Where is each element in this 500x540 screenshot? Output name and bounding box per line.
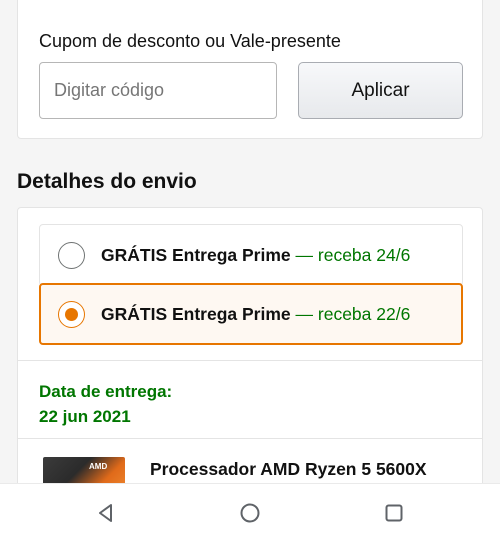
product-title[interactable]: Processador AMD Ryzen 5 5600X	[150, 459, 427, 480]
delivery-date-block: Data de entrega: 22 jun 2021	[39, 379, 172, 429]
recent-apps-icon[interactable]	[383, 502, 405, 524]
shipping-option-24-6[interactable]: GRÁTIS Entrega Prime — receba 24/6	[39, 224, 463, 286]
shipping-option-separator: — receba	[295, 244, 372, 265]
divider	[18, 438, 482, 439]
shipping-option-22-6[interactable]: GRÁTIS Entrega Prime — receba 22/6	[39, 283, 463, 345]
shipping-option-separator: — receba	[295, 303, 372, 324]
radio-selected-dot	[65, 307, 78, 321]
coupon-code-input[interactable]	[39, 62, 277, 119]
shipping-option-date: 22/6	[376, 303, 411, 324]
coupon-card: Cupom de desconto ou Vale-presente Aplic…	[17, 0, 483, 139]
coupon-label: Cupom de desconto ou Vale-presente	[39, 31, 341, 51]
shipping-option-label: GRÁTIS Entrega Prime	[101, 303, 291, 324]
radio-button-unselected[interactable]	[58, 241, 85, 269]
shipping-option-text: GRÁTIS Entrega Prime — receba 22/6	[101, 304, 410, 325]
apply-button[interactable]: Aplicar	[298, 62, 463, 119]
system-navigation-bar	[0, 483, 500, 540]
delivery-date-value: 22 jun 2021	[39, 407, 131, 426]
product-thumbnail-brand: AMD	[89, 462, 108, 471]
shipping-option-date: 24/6	[376, 244, 411, 265]
radio-button-selected[interactable]	[58, 300, 85, 328]
delivery-date-label: Data de entrega:	[39, 382, 173, 401]
shipping-option-text: GRÁTIS Entrega Prime — receba 24/6	[101, 245, 410, 266]
divider	[18, 360, 482, 361]
back-icon[interactable]	[95, 502, 117, 524]
shipping-option-label: GRÁTIS Entrega Prime	[101, 244, 291, 265]
shipping-details-title: Detalhes do envio	[17, 170, 197, 193]
home-icon[interactable]	[239, 502, 261, 524]
